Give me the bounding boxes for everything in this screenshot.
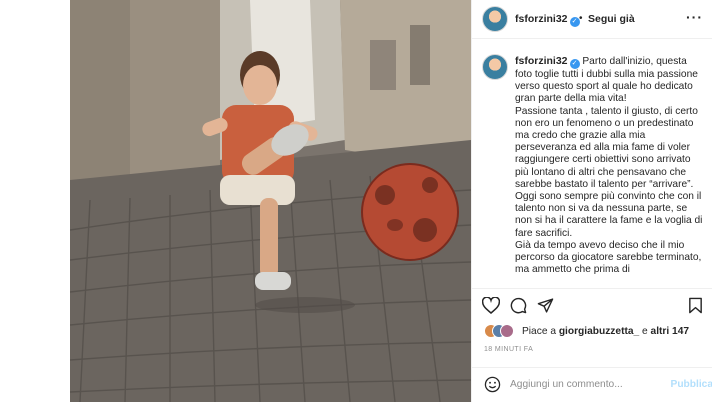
post-modal: fsforzini32 ✓ • Segui già ··· fsforzini32… <box>70 0 712 402</box>
post-timestamp[interactable]: 18 MINUTI FA <box>484 346 533 353</box>
post-header: fsforzini32 ✓ • Segui già ··· <box>472 0 712 39</box>
comment-input[interactable]: Aggiungi un commento... <box>510 379 623 390</box>
window <box>370 40 396 90</box>
shadow <box>255 297 355 313</box>
liker-username[interactable]: giorgiabuzzetta_ <box>559 326 639 337</box>
caption-paragraph: Già da tempo avevo deciso che il mio per… <box>515 239 702 276</box>
share-icon[interactable] <box>537 297 554 319</box>
caption-username[interactable]: fsforzini32 ✓ <box>515 55 580 69</box>
author-avatar[interactable] <box>482 6 508 32</box>
more-icon[interactable]: ··· <box>686 9 703 25</box>
liker-avatar <box>500 324 514 338</box>
heart-icon[interactable] <box>481 296 501 319</box>
ball-patch-3 <box>422 177 438 193</box>
child-shorts <box>220 175 295 205</box>
publish-button[interactable]: Pubblica <box>671 379 712 390</box>
caption-paragraph: Passione tanta , talento il giusto, di c… <box>515 105 698 190</box>
action-bar <box>472 288 712 318</box>
child-shoe <box>255 272 291 290</box>
ball-patch-4 <box>387 219 403 231</box>
comment-box: Aggiungi un commento... Pubblica <box>472 367 712 402</box>
page-background-left <box>0 0 70 402</box>
header-separator: • <box>579 13 583 24</box>
caption-paragraph: fsforzini32 ✓ Parto dall'inizio, questa f… <box>515 55 698 105</box>
likes-text[interactable]: Piace a giorgiabuzzetta_ e altri 147 <box>522 326 689 337</box>
ball-patch-1 <box>375 185 395 205</box>
photo-illustration <box>70 0 471 402</box>
ball-patch-2 <box>413 218 437 242</box>
comment-icon[interactable] <box>510 297 527 319</box>
child-face <box>243 65 277 105</box>
following-button[interactable]: Segui già <box>588 13 635 25</box>
others-count[interactable]: altri 147 <box>651 326 690 337</box>
child-leg <box>260 198 278 278</box>
verified-badge-icon: ✓ <box>569 59 580 69</box>
caption-paragraph: Oggi sono sempre più convinto che con il… <box>515 191 703 239</box>
post-photo <box>70 0 471 402</box>
post-side-panel: fsforzini32 ✓ • Segui già ··· fsforzini32… <box>471 0 712 402</box>
author-username[interactable]: fsforzini32 ✓ <box>515 13 580 27</box>
emoji-icon[interactable] <box>484 376 501 398</box>
caption-author-avatar[interactable] <box>482 54 508 80</box>
caption-area: fsforzini32 ✓ Parto dall'inizio, questa f… <box>472 40 712 286</box>
doorway <box>410 25 430 85</box>
bookmark-icon[interactable] <box>688 297 703 319</box>
caption-text: fsforzini32 ✓ Parto dall'inizio, questa f… <box>515 55 705 276</box>
